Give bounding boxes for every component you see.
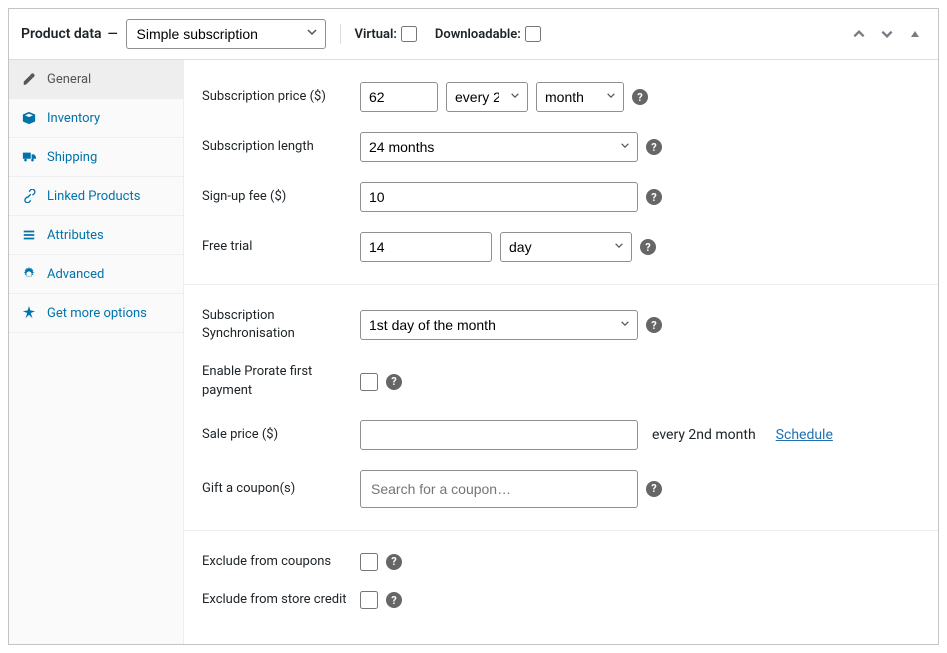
help-icon[interactable]: ?: [646, 481, 662, 497]
sidebar-item-label: Get more options: [47, 306, 147, 321]
list-icon: [21, 227, 37, 243]
subscription-period-select[interactable]: month: [536, 82, 624, 112]
sidebar-item-label: Shipping: [47, 150, 97, 165]
sidebar: General Inventory Shipping Linked Produc…: [9, 60, 184, 644]
sync-select[interactable]: 1st day of the month: [360, 310, 638, 340]
downloadable-checkbox[interactable]: [525, 26, 541, 42]
help-icon[interactable]: ?: [646, 139, 662, 155]
field-row-prorate: Enable Prorate first payment ?: [184, 353, 938, 409]
subscription-interval-select[interactable]: every 2nd: [446, 82, 528, 112]
help-icon[interactable]: ?: [632, 89, 648, 105]
sidebar-item-shipping[interactable]: Shipping: [9, 138, 183, 177]
sale-price-suffix: every 2nd month: [652, 427, 756, 443]
schedule-link[interactable]: Schedule: [776, 427, 833, 443]
chevron-down-icon[interactable]: [876, 23, 898, 45]
content-section-pricing: Subscription price ($) every 2nd month: [184, 60, 938, 284]
content-section-sync: Subscription Synchronisation 1st day of …: [184, 284, 938, 530]
subscription-price-input[interactable]: [360, 82, 438, 112]
inventory-icon: [21, 110, 37, 126]
sidebar-item-label: Inventory: [47, 111, 100, 126]
header-controls: [848, 23, 926, 45]
subscription-period-wrap: month: [536, 82, 624, 112]
prorate-checkbox[interactable]: [360, 373, 378, 391]
field-row-signup-fee: Sign-up fee ($) ?: [184, 172, 938, 222]
field-row-sale-price: Sale price ($) every 2nd month Schedule: [184, 410, 938, 460]
exclude-coupons-label: Exclude from coupons: [202, 553, 352, 571]
triangle-up-icon[interactable]: [904, 23, 926, 45]
exclude-coupons-checkbox[interactable]: [360, 553, 378, 571]
downloadable-label: Downloadable:: [435, 27, 521, 42]
field-row-gift-coupon: Gift a coupon(s) ?: [184, 460, 938, 518]
product-data-panel: Product data — Simple subscription Virtu…: [8, 8, 939, 645]
exclude-store-credit-label: Exclude from store credit: [202, 591, 352, 609]
free-trial-period-select[interactable]: day: [500, 232, 632, 262]
truck-icon: [21, 149, 37, 165]
wrench-icon: [21, 71, 37, 87]
help-icon[interactable]: ?: [386, 592, 402, 608]
panel-title: Product data: [21, 26, 102, 42]
sidebar-item-label: Linked Products: [47, 189, 140, 204]
sidebar-item-attributes[interactable]: Attributes: [9, 216, 183, 255]
subscription-interval-wrap: every 2nd: [446, 82, 528, 112]
prorate-label: Enable Prorate first payment: [202, 363, 352, 399]
signup-fee-label: Sign-up fee ($): [202, 188, 352, 206]
panel-body: General Inventory Shipping Linked Produc…: [9, 60, 938, 644]
field-row-subscription-price: Subscription price ($) every 2nd month: [184, 72, 938, 122]
subscription-length-select[interactable]: 24 months: [360, 132, 638, 162]
field-row-free-trial: Free trial day ?: [184, 222, 938, 272]
sidebar-item-label: Advanced: [47, 267, 104, 282]
content-section-exclude: Exclude from coupons ? Exclude from stor…: [184, 530, 938, 631]
help-icon[interactable]: ?: [646, 189, 662, 205]
help-icon[interactable]: ?: [386, 374, 402, 390]
sidebar-item-advanced[interactable]: Advanced: [9, 255, 183, 294]
gift-coupon-label: Gift a coupon(s): [202, 480, 352, 498]
help-icon[interactable]: ?: [640, 239, 656, 255]
gear-icon: [21, 266, 37, 282]
sidebar-item-label: Attributes: [47, 228, 104, 243]
signup-fee-input[interactable]: [360, 182, 638, 212]
help-icon[interactable]: ?: [646, 317, 662, 333]
field-row-exclude-store-credit: Exclude from store credit ?: [184, 581, 938, 619]
panel-header: Product data — Simple subscription Virtu…: [9, 9, 938, 60]
gift-coupon-search[interactable]: [360, 470, 638, 508]
subscription-length-label: Subscription length: [202, 138, 352, 156]
free-trial-input[interactable]: [360, 232, 492, 262]
sale-price-label: Sale price ($): [202, 426, 352, 444]
sidebar-item-label: General: [47, 72, 91, 87]
field-row-exclude-coupons: Exclude from coupons ?: [184, 543, 938, 581]
sidebar-item-linked-products[interactable]: Linked Products: [9, 177, 183, 216]
sidebar-item-get-more[interactable]: Get more options: [9, 294, 183, 333]
link-icon: [21, 188, 37, 204]
sidebar-item-inventory[interactable]: Inventory: [9, 99, 183, 138]
product-type-select-wrap: Simple subscription: [126, 19, 326, 49]
header-divider: [340, 24, 341, 44]
virtual-checkbox[interactable]: [401, 26, 417, 42]
subscription-length-wrap: 24 months: [360, 132, 638, 162]
content-area: Subscription price ($) every 2nd month: [184, 60, 938, 644]
sparkle-icon: [21, 305, 37, 321]
virtual-label: Virtual:: [355, 27, 397, 42]
help-icon[interactable]: ?: [386, 554, 402, 570]
field-row-sync: Subscription Synchronisation 1st day of …: [184, 297, 938, 353]
sidebar-item-general[interactable]: General: [9, 60, 183, 99]
chevron-up-icon[interactable]: [848, 23, 870, 45]
exclude-store-credit-checkbox[interactable]: [360, 591, 378, 609]
sync-label: Subscription Synchronisation: [202, 307, 352, 343]
free-trial-label: Free trial: [202, 238, 352, 256]
sale-price-input[interactable]: [360, 420, 638, 450]
field-row-subscription-length: Subscription length 24 months ?: [184, 122, 938, 172]
product-type-select[interactable]: Simple subscription: [126, 19, 326, 49]
subscription-price-label: Subscription price ($): [202, 88, 352, 106]
sync-select-wrap: 1st day of the month: [360, 310, 638, 340]
free-trial-period-wrap: day: [500, 232, 632, 262]
panel-title-dash: —: [108, 27, 118, 42]
